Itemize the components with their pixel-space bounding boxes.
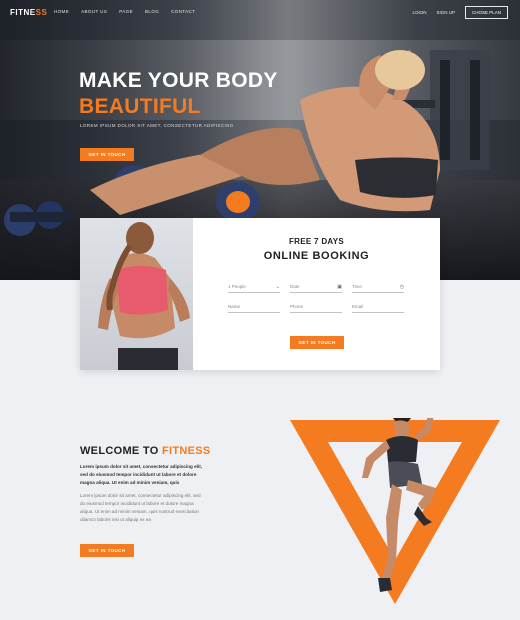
nav-link-page[interactable]: PAGE bbox=[119, 9, 133, 14]
hero-title: MAKE YOUR BODY BEAUTIFUL bbox=[79, 68, 278, 120]
logo-text: FITNE bbox=[10, 8, 36, 17]
booking-title: ONLINE BOOKING bbox=[263, 250, 370, 262]
top-navigation: FITNESS HOME ABOUT US PAGE BLOG CONTACT … bbox=[0, 0, 520, 24]
welcome-title-main: WELCOME TO bbox=[80, 445, 162, 457]
nav-link-contact[interactable]: CONTACT bbox=[171, 9, 195, 14]
booking-card: FREE 7 DAYS ONLINE BOOKING 1 People ⌄ Da… bbox=[80, 218, 440, 370]
name-field-placeholder: Name bbox=[228, 304, 241, 309]
nav-actions: LOGIN SIGN UP CHOSE PLAN bbox=[412, 6, 508, 19]
time-field-placeholder: Time bbox=[352, 284, 362, 289]
hero-title-line1: MAKE YOUR BODY bbox=[79, 69, 278, 92]
nav-link-blog[interactable]: BLOG bbox=[145, 9, 159, 14]
phone-field[interactable]: Phone bbox=[290, 304, 342, 313]
time-field[interactable]: Time ◷ bbox=[352, 284, 404, 293]
hero-subtitle: LOREM IPSUM DOLOR SIT AMET, CONSECTETUR … bbox=[80, 123, 234, 128]
welcome-body-text: Lorem ipsum dolor sit amet, consectetur … bbox=[80, 493, 201, 522]
signup-link[interactable]: SIGN UP bbox=[436, 10, 455, 15]
booking-subtitle: FREE 7 DAYS bbox=[288, 237, 345, 246]
people-select[interactable]: 1 People ⌄ bbox=[228, 284, 280, 293]
nav-links: HOME ABOUT US PAGE BLOG CONTACT bbox=[54, 9, 195, 14]
welcome-athlete-image bbox=[290, 418, 500, 604]
name-field[interactable]: Name bbox=[228, 304, 280, 313]
nav-link-about[interactable]: ABOUT US bbox=[81, 9, 107, 14]
booking-get-in-touch-button[interactable]: GET IN TOUCH bbox=[290, 336, 344, 349]
welcome-get-in-touch-button[interactable]: GET IN TOUCH bbox=[80, 544, 134, 557]
choose-plan-button[interactable]: CHOSE PLAN bbox=[464, 6, 508, 19]
people-select-value: 1 People bbox=[228, 284, 246, 289]
logo-accent-text: SS bbox=[35, 8, 48, 17]
brand-logo[interactable]: FITNESS bbox=[10, 8, 47, 17]
calendar-icon: ▣ bbox=[337, 284, 342, 290]
email-field-placeholder: Email bbox=[352, 304, 364, 309]
hero-get-in-touch-button[interactable]: GET IN TOUCH bbox=[80, 148, 134, 161]
hero-title-line2: BEAUTIFUL bbox=[79, 95, 201, 118]
chevron-down-icon: ⌄ bbox=[275, 284, 280, 290]
clock-icon: ◷ bbox=[399, 284, 404, 290]
welcome-title-accent: FITNESS bbox=[161, 445, 211, 457]
email-field[interactable]: Email bbox=[352, 304, 404, 313]
welcome-title: WELCOME TO FITNESS bbox=[80, 445, 211, 457]
date-field-placeholder: Date bbox=[290, 284, 300, 289]
login-link[interactable]: LOGIN bbox=[412, 10, 426, 15]
booking-athlete-image bbox=[80, 218, 193, 370]
date-field[interactable]: Date ▣ bbox=[290, 284, 342, 293]
welcome-intro-text: Lorem ipsum dolor sit amet, consectetur … bbox=[80, 464, 203, 485]
phone-field-placeholder: Phone bbox=[290, 304, 304, 309]
nav-link-home[interactable]: HOME bbox=[54, 9, 69, 14]
